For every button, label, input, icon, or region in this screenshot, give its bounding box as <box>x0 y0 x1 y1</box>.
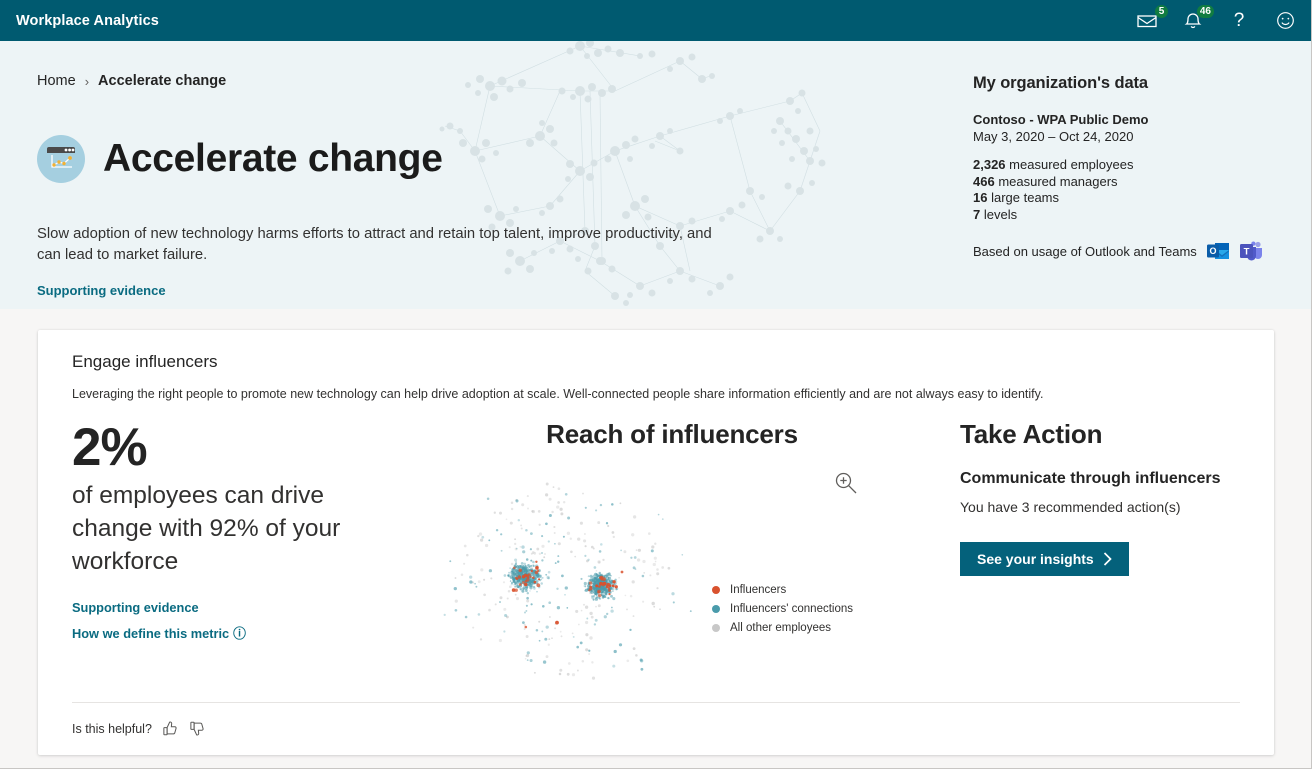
legend-dot-other-employees <box>712 623 720 632</box>
legend-item-other-employees[interactable]: All other employees <box>712 618 853 637</box>
feedback-smiley-icon[interactable] <box>1272 8 1298 34</box>
is-this-helpful-label: Is this helpful? <box>72 721 152 736</box>
see-your-insights-button[interactable]: See your insights <box>960 542 1129 576</box>
legend-item-influencers[interactable]: Influencers <box>712 580 853 599</box>
card-title: Engage influencers <box>72 352 218 371</box>
topbar-actions: 5 46 ? <box>1134 4 1311 34</box>
help-glyph: ? <box>1233 10 1245 31</box>
breadcrumb-separator: › <box>84 73 90 89</box>
chart-title: Reach of influencers <box>546 419 798 449</box>
take-action-column: Take Action Communicate through influenc… <box>932 419 1240 682</box>
chart-legend: Influencers Influencers' connections All… <box>712 580 853 637</box>
app-brand-title: Workplace Analytics <box>16 12 159 29</box>
take-action-heading: Take Action <box>960 419 1103 449</box>
bell-badge-count: 46 <box>1196 4 1214 18</box>
org-stat-label: measured managers <box>998 173 1118 189</box>
help-icon[interactable]: ? <box>1226 8 1252 34</box>
org-tenant-name: Contoso - WPA Public Demo <box>973 112 1149 127</box>
engage-influencers-card: Engage influencers Leveraging the right … <box>38 330 1274 755</box>
org-date-range: May 3, 2020 – Oct 24, 2020 <box>973 129 1134 144</box>
how-we-define-metric-label: How we define this metric <box>72 626 230 641</box>
thumbs-up-icon[interactable] <box>162 720 179 737</box>
org-stat-row: 7 levels <box>973 207 1273 224</box>
page-title: Accelerate change <box>103 137 443 181</box>
card-columns: 2% of employees can drive change with 92… <box>38 401 1274 682</box>
org-stat-row: 16 large teams <box>973 190 1273 207</box>
take-action-description: You have 3 recommended action(s) <box>960 499 1181 515</box>
workplace-analytics-app: Workplace Analytics 5 46 ? Home › Accele… <box>0 0 1312 769</box>
metric-description: of employees can drive change with 92% o… <box>72 482 341 575</box>
accelerate-change-chart-icon <box>37 134 85 183</box>
card-subtitle: Leveraging the right people to promote n… <box>72 387 1044 401</box>
legend-dot-connections <box>712 604 720 613</box>
svg-text:T: T <box>1243 247 1249 258</box>
org-stat-row: 2,326 measured employees <box>973 157 1273 174</box>
org-stat-label: measured employees <box>1009 157 1134 172</box>
org-tenant-block: Contoso - WPA Public Demo May 3, 2020 – … <box>973 111 1273 145</box>
metric-links: Supporting evidence How we define this m… <box>72 600 412 642</box>
legend-dot-influencers <box>712 585 720 594</box>
outlook-icon: O <box>1206 243 1229 259</box>
hero-description: Slow adoption of new technology harms ef… <box>37 226 712 264</box>
mail-badge-count: 5 <box>1155 4 1168 18</box>
thumbs-down-icon[interactable] <box>189 720 206 737</box>
info-icon: ⓘ <box>233 626 246 641</box>
legend-label-influencers: Influencers <box>730 583 787 596</box>
hero-supporting-evidence-link[interactable]: Supporting evidence <box>37 283 166 298</box>
teams-icon: T <box>1239 241 1262 261</box>
how-we-define-metric-link[interactable]: How we define this metric ⓘ <box>72 623 412 642</box>
breadcrumb-current: Accelerate change <box>98 73 227 89</box>
chevron-right-icon <box>1103 552 1112 566</box>
org-stat-number: 466 <box>973 173 995 189</box>
my-organization-data-panel: My organization's data Contoso - WPA Pub… <box>973 74 1273 263</box>
see-your-insights-label: See your insights <box>977 551 1094 567</box>
org-data-heading: My organization's data <box>973 74 1148 92</box>
top-navigation-bar: Workplace Analytics 5 46 ? <box>0 0 1311 41</box>
org-stat-label: large teams <box>991 190 1060 205</box>
svg-text:O: O <box>1209 246 1216 256</box>
hero-banner: Home › Accelerate change Accelerate chan… <box>0 41 1311 309</box>
influencer-network-scatter[interactable] <box>440 462 700 682</box>
org-based-on-text: Based on usage of Outlook and Teams <box>973 243 1197 259</box>
breadcrumb-home-link[interactable]: Home <box>37 73 76 89</box>
org-stat-row: 466 measured managers <box>973 174 1273 191</box>
card-header: Engage influencers Leveraging the right … <box>38 330 1274 401</box>
org-stat-label: levels <box>983 206 1018 222</box>
bell-icon[interactable]: 46 <box>1180 4 1214 34</box>
org-stat-number: 16 <box>973 190 988 205</box>
metric-supporting-evidence-link[interactable]: Supporting evidence <box>72 600 412 615</box>
org-stat-number: 7 <box>973 206 981 222</box>
legend-label-connections: Influencers' connections <box>730 602 854 615</box>
org-based-on-row: Based on usage of Outlook and Teams O T <box>973 239 1273 263</box>
scatter-plot-area: Influencers Influencers' connections All… <box>412 462 932 682</box>
mail-icon[interactable]: 5 <box>1134 4 1168 34</box>
metric-column: 2% of employees can drive change with 92… <box>72 419 412 682</box>
chart-column: Reach of influencers Influencers Influen… <box>412 419 932 682</box>
org-stat-number: 2,326 <box>973 157 1006 172</box>
metric-value: 2% <box>72 418 148 477</box>
card-footer-feedback: Is this helpful? <box>72 702 1240 737</box>
legend-item-connections[interactable]: Influencers' connections <box>712 599 853 618</box>
legend-label-other-employees: All other employees <box>730 621 831 634</box>
org-stats-list: 2,326 measured employees 466 measured ma… <box>973 157 1273 223</box>
take-action-subheading: Communicate through influencers <box>960 470 1221 487</box>
